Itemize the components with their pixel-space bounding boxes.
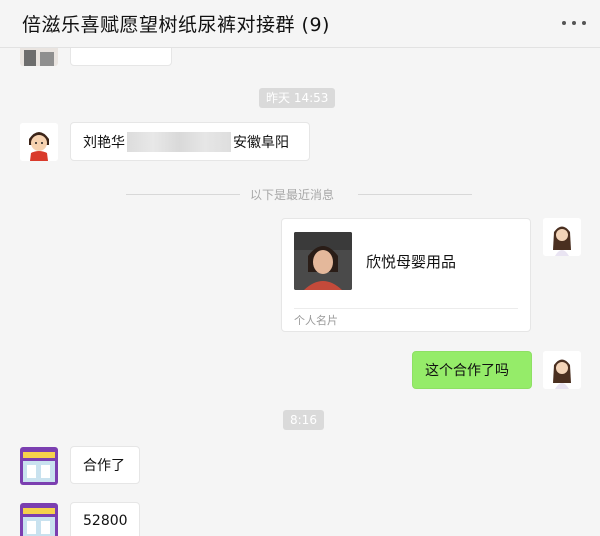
message-text-prefix: 刘艳华: [83, 134, 125, 151]
message-bubble-sent[interactable]: 这个合作了吗: [412, 351, 532, 389]
more-icon[interactable]: [562, 14, 586, 32]
contact-card-photo: [294, 232, 352, 290]
contact-card-separator: [294, 308, 518, 309]
message-bubble-location[interactable]: 刘艳华 安徽阜阳: [70, 122, 310, 161]
divider-line-right: [358, 194, 472, 195]
chat-title: 倍滋乐喜赋愿望树纸尿裤对接群 (9): [22, 14, 330, 36]
avatar-self[interactable]: [543, 351, 581, 389]
avatar-product-ad[interactable]: [20, 447, 58, 485]
avatar-self[interactable]: [543, 218, 581, 256]
chat-header: 倍滋乐喜赋愿望树纸尿裤对接群 (9): [0, 0, 600, 48]
message-bubble-received[interactable]: 52800: [70, 502, 140, 536]
contact-card-type-label: 个人名片: [294, 314, 338, 327]
time-divider-yesterday: 昨天 14:53: [259, 88, 336, 108]
recent-messages-divider: 以下是最近消息: [250, 188, 335, 202]
avatar-cartoon-girl[interactable]: [20, 123, 58, 161]
message-bubble-received[interactable]: 合作了: [70, 446, 140, 484]
divider-line-left: [126, 194, 240, 195]
avatar-product-ad[interactable]: [20, 503, 58, 536]
message-text-suffix: 安徽阜阳: [233, 134, 289, 151]
blurred-phone-redaction: [127, 131, 231, 152]
message-text: 52800: [83, 513, 128, 529]
message-text-sent: 这个合作了吗: [425, 363, 509, 379]
message-text: 合作了: [83, 458, 125, 474]
time-divider-today: 8:16: [283, 410, 324, 430]
contact-card[interactable]: 欣悦母婴用品 个人名片: [281, 218, 531, 332]
contact-card-name: 欣悦母婴用品: [366, 253, 457, 271]
